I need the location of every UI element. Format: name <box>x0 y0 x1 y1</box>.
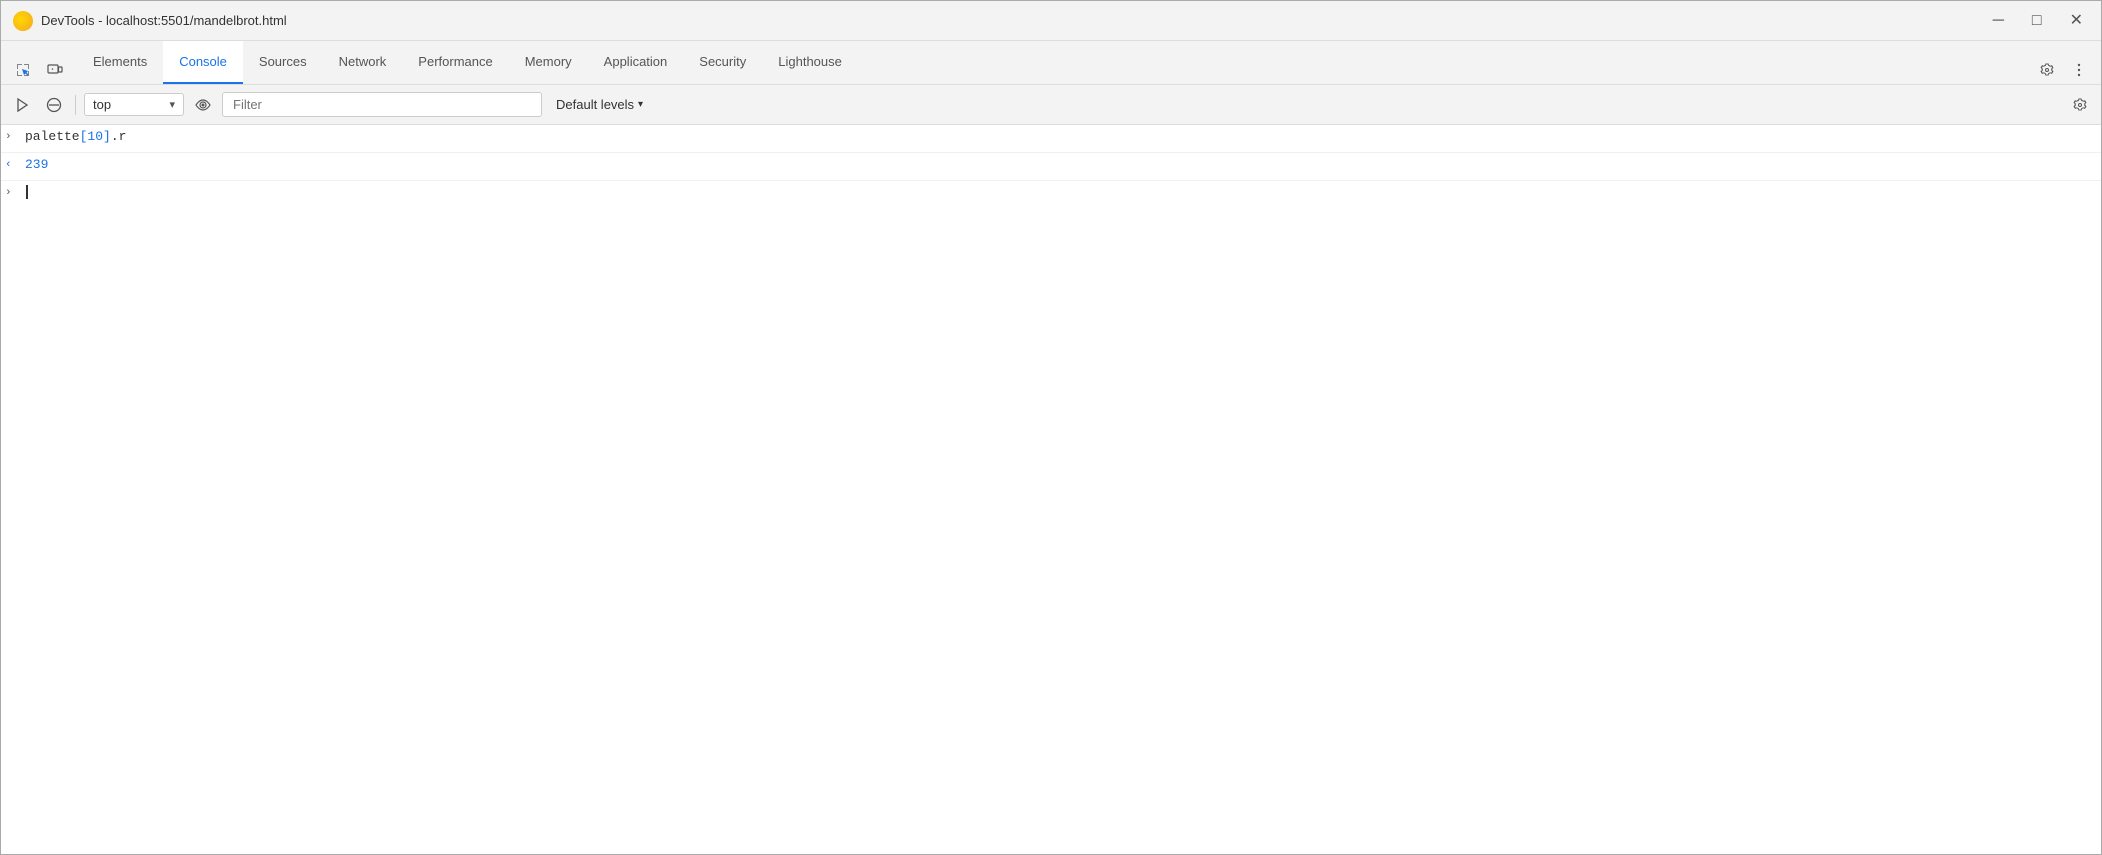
context-value: top <box>93 97 163 112</box>
tab-memory[interactable]: Memory <box>509 41 588 84</box>
console-entry-output: ‹ 239 <box>1 153 2101 181</box>
log-levels-button[interactable]: Default levels ▾ <box>548 93 651 116</box>
tab-security[interactable]: Security <box>683 41 762 84</box>
context-selector[interactable]: top ▾ <box>84 93 184 116</box>
devtools-window: DevTools - localhost:5501/mandelbrot.htm… <box>0 0 2102 855</box>
toolbar-divider <box>75 95 76 115</box>
tab-bar-right-controls <box>2033 56 2093 84</box>
prompt-arrow: › <box>5 187 25 199</box>
tab-elements[interactable]: Elements <box>77 41 163 84</box>
window-controls: ─ □ ✕ <box>1987 11 2089 31</box>
tab-lighthouse[interactable]: Lighthouse <box>762 41 858 84</box>
more-icon <box>2071 62 2087 78</box>
tab-bar-left-controls <box>9 56 69 84</box>
entry-expand-arrow[interactable]: › <box>5 131 25 143</box>
levels-arrow: ▾ <box>638 99 643 110</box>
entry-text-output: 239 <box>25 157 2093 172</box>
tab-application[interactable]: Application <box>588 41 684 84</box>
filter-input[interactable] <box>222 92 542 117</box>
device-toolbar-button[interactable] <box>41 56 69 84</box>
more-options-button[interactable] <box>2065 56 2093 84</box>
console-cursor <box>25 185 28 199</box>
close-button[interactable]: ✕ <box>2064 11 2089 31</box>
levels-label: Default levels <box>556 97 634 112</box>
tab-network[interactable]: Network <box>323 41 403 84</box>
console-output: › palette[10].r ‹ 239 › <box>1 125 2101 854</box>
cursor <box>26 185 28 199</box>
eye-icon <box>195 97 211 113</box>
inspect-icon <box>15 62 31 78</box>
live-expressions-button[interactable] <box>190 92 216 118</box>
console-prompt-line[interactable]: › <box>1 181 2101 209</box>
entry-return-arrow[interactable]: ‹ <box>5 159 25 171</box>
console-settings-button[interactable] <box>2067 92 2093 118</box>
entry-bracket-index: [10] <box>80 129 111 144</box>
tab-performance[interactable]: Performance <box>402 41 508 84</box>
console-entry-input: › palette[10].r <box>1 125 2101 153</box>
main-tabs: Elements Console Sources Network Perform… <box>77 41 2033 84</box>
execute-button[interactable] <box>9 92 35 118</box>
maximize-button[interactable]: □ <box>2026 11 2048 31</box>
minimize-button[interactable]: ─ <box>1987 11 2010 31</box>
context-dropdown-arrow: ▾ <box>169 98 175 111</box>
execute-icon <box>14 97 30 113</box>
clear-console-button[interactable] <box>41 92 67 118</box>
inspect-element-button[interactable] <box>9 56 37 84</box>
console-settings-icon <box>2072 97 2088 113</box>
tab-sources[interactable]: Sources <box>243 41 323 84</box>
tab-console[interactable]: Console <box>163 41 243 84</box>
app-icon <box>13 11 33 31</box>
device-icon <box>47 62 63 78</box>
devtools-settings-button[interactable] <box>2033 56 2061 84</box>
entry-text-input: palette[10].r <box>25 129 2093 144</box>
toolbar-right <box>2067 92 2093 118</box>
settings-icon <box>2039 62 2055 78</box>
console-toolbar: top ▾ Default levels ▾ <box>1 85 2101 125</box>
window-title: DevTools - localhost:5501/mandelbrot.htm… <box>41 13 1987 28</box>
clear-icon <box>46 97 62 113</box>
tab-bar: Elements Console Sources Network Perform… <box>1 41 2101 85</box>
title-bar: DevTools - localhost:5501/mandelbrot.htm… <box>1 1 2101 41</box>
